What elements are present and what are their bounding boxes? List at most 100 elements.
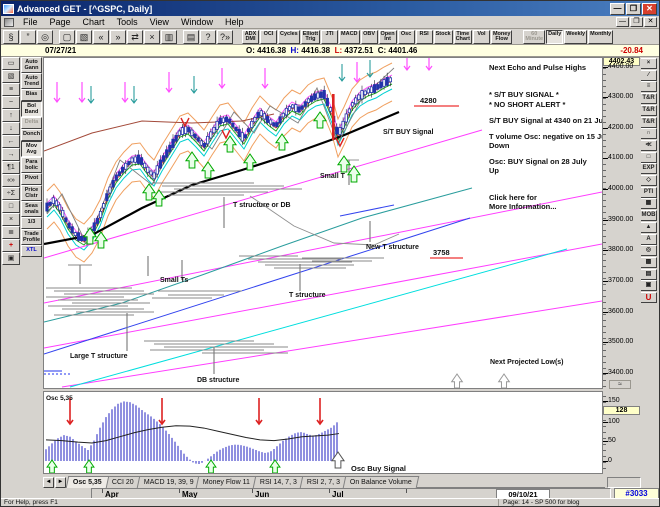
grid-icon[interactable]: ▦: [640, 198, 657, 210]
tr-ext-icon[interactable]: T&R: [640, 104, 657, 116]
box-tool-icon[interactable]: □: [2, 200, 20, 213]
study-button-bol-band[interactable]: Bol Band: [21, 101, 42, 117]
study-button-bias[interactable]: Bias: [21, 89, 42, 101]
tab-on-balance-volume[interactable]: On Balance Volume: [343, 476, 420, 488]
period-button-weekly[interactable]: Weekly: [564, 29, 588, 44]
indicator-button-jti[interactable]: JTI: [321, 29, 339, 44]
projection-icon[interactable]: ▲: [640, 221, 657, 233]
open-icon[interactable]: ▭: [2, 57, 20, 70]
study-button-mov-avg[interactable]: Mov Avg: [21, 141, 42, 157]
study-button-para-bolic[interactable]: Para bolic: [21, 157, 42, 173]
signature-icon[interactable]: ≈: [609, 380, 631, 389]
page-one-icon[interactable]: ¶1: [2, 161, 20, 174]
indicator-button-oci[interactable]: OCI: [260, 29, 277, 44]
indicator-button-stock[interactable]: Stock: [433, 29, 453, 44]
tab-rsi-14-7-3[interactable]: RSI 14, 7, 3: [253, 476, 305, 488]
tr-spr-icon[interactable]: T&R: [640, 116, 657, 128]
about-icon[interactable]: ?: [200, 29, 216, 44]
print-icon[interactable]: ▤: [183, 29, 199, 44]
scroll-up-icon[interactable]: ↑: [2, 109, 20, 122]
zoom-icon[interactable]: ◎: [37, 29, 53, 44]
tab-money-flow-11[interactable]: Money Flow 11: [196, 476, 258, 488]
indicator-button-rsi[interactable]: RSI: [415, 29, 433, 44]
indicator-button-obv[interactable]: OBV: [360, 29, 378, 44]
menu-file[interactable]: File: [17, 17, 44, 27]
elliott-icon[interactable]: ~: [2, 96, 20, 109]
scroll-left-icon[interactable]: ←: [2, 135, 20, 148]
indicator-button-time[interactable]: Time Chart: [453, 29, 472, 44]
maximize-button[interactable]: ❐: [626, 2, 641, 15]
chart-type-icon[interactable]: ▧: [2, 70, 20, 83]
tile-icon[interactable]: ▥: [161, 29, 177, 44]
scroll-right-icon[interactable]: →: [2, 148, 20, 161]
magnify-icon[interactable]: ◎: [640, 245, 657, 257]
back-icon[interactable]: «: [93, 29, 109, 44]
compress-icon[interactable]: «»: [2, 174, 20, 187]
delete-icon[interactable]: ×: [144, 29, 160, 44]
indicator-button-elliott[interactable]: Elliott Trig: [300, 29, 321, 44]
minimize-button[interactable]: —: [610, 2, 625, 15]
period-button-60[interactable]: 60 Minute: [523, 29, 546, 44]
study-button-donch[interactable]: Donch: [21, 129, 42, 141]
tab-macd-19-39-9[interactable]: MACD 19, 39, 9: [136, 476, 201, 488]
main-chart-pane[interactable]: 4280 3758 S/T BUY Signal Small T T structure…: [43, 57, 603, 389]
context-help-icon[interactable]: ?»: [217, 29, 233, 44]
period-button-daily[interactable]: Daily: [546, 29, 564, 44]
menu-view[interactable]: View: [144, 17, 175, 27]
mdi-child-icon[interactable]: [4, 17, 14, 27]
menu-help[interactable]: Help: [219, 17, 250, 27]
forward-icon[interactable]: »: [110, 29, 126, 44]
tab-cci-20[interactable]: CCI 20: [104, 476, 141, 488]
delete-tool-icon[interactable]: ×: [640, 58, 657, 69]
mdi-close-button[interactable]: ✕: [644, 17, 657, 27]
open-chart-icon[interactable]: ▧: [76, 29, 92, 44]
study-button-auto-gann[interactable]: Auto Gann: [21, 57, 42, 73]
mdi-restore-button[interactable]: ❐: [630, 17, 643, 27]
divide-sum-icon[interactable]: ÷Σ: [2, 187, 20, 200]
undo-icon[interactable]: U: [640, 292, 657, 303]
mdi-minimize-button[interactable]: —: [616, 17, 629, 27]
box-icon[interactable]: □: [640, 151, 657, 163]
study-button-delta[interactable]: Delta: [21, 117, 42, 129]
more-info-link[interactable]: Click here for: [489, 193, 537, 202]
indicator-button-open[interactable]: Open Int: [378, 29, 397, 44]
menu-page[interactable]: Page: [44, 17, 77, 27]
more-info-link[interactable]: More Information...: [489, 202, 557, 211]
study-button-trade-profile[interactable]: Trade Profile: [21, 229, 42, 245]
copy-page-icon[interactable]: ▣: [640, 280, 657, 292]
refresh-icon[interactable]: ⇄: [127, 29, 143, 44]
indicator-button-vol[interactable]: Vol: [472, 29, 490, 44]
text-tool-icon[interactable]: A: [640, 233, 657, 245]
close-button[interactable]: ✕: [642, 2, 657, 15]
oscillator-pane[interactable]: Osc 5,35 Osc Buy Signal: [43, 391, 603, 474]
study-button-auto-trend[interactable]: Auto Trend: [21, 73, 42, 89]
scroll-down-icon[interactable]: ↓: [2, 122, 20, 135]
trendlines-icon[interactable]: ≡: [640, 81, 657, 93]
tab-scroll-left[interactable]: ◄: [43, 477, 54, 488]
tab-rsi-2-7-3[interactable]: RSI 2, 7, 3: [300, 476, 348, 488]
tr-act-icon[interactable]: T&R: [640, 93, 657, 105]
tab-osc-5-35[interactable]: Osc 5,35: [65, 476, 110, 488]
new-window-icon[interactable]: ▣: [2, 252, 20, 265]
new-chart-icon[interactable]: ▢: [59, 29, 75, 44]
mob-icon[interactable]: MOB: [640, 210, 657, 222]
hatch-icon[interactable]: ▤: [640, 268, 657, 280]
study-button-seas-onals[interactable]: Seas onals: [21, 201, 42, 217]
indicator-button-adx[interactable]: ADX DMI: [242, 29, 259, 44]
menu-chart[interactable]: Chart: [77, 17, 111, 27]
study-button-pivot[interactable]: Pivot: [21, 173, 42, 185]
expansion-icon[interactable]: EXP: [640, 163, 657, 175]
pencil-icon[interactable]: ∕: [640, 69, 657, 81]
study-button-xtl[interactable]: XTL: [21, 245, 42, 257]
menu-tools[interactable]: Tools: [111, 17, 144, 27]
tab-scroll-right[interactable]: ►: [55, 477, 66, 488]
pti-icon[interactable]: PTI: [640, 186, 657, 198]
erase-lines-icon[interactable]: ×: [2, 213, 20, 226]
add-study-icon[interactable]: +: [2, 239, 20, 252]
gann-lines-icon[interactable]: ≣: [2, 226, 20, 239]
fan-icon[interactable]: ≪: [640, 139, 657, 151]
palette-icon[interactable]: ▩: [640, 256, 657, 268]
period-button-monthly[interactable]: Monthly: [588, 29, 614, 44]
study-button-price-clstr[interactable]: Price Clstr: [21, 185, 42, 201]
menu-window[interactable]: Window: [175, 17, 219, 27]
